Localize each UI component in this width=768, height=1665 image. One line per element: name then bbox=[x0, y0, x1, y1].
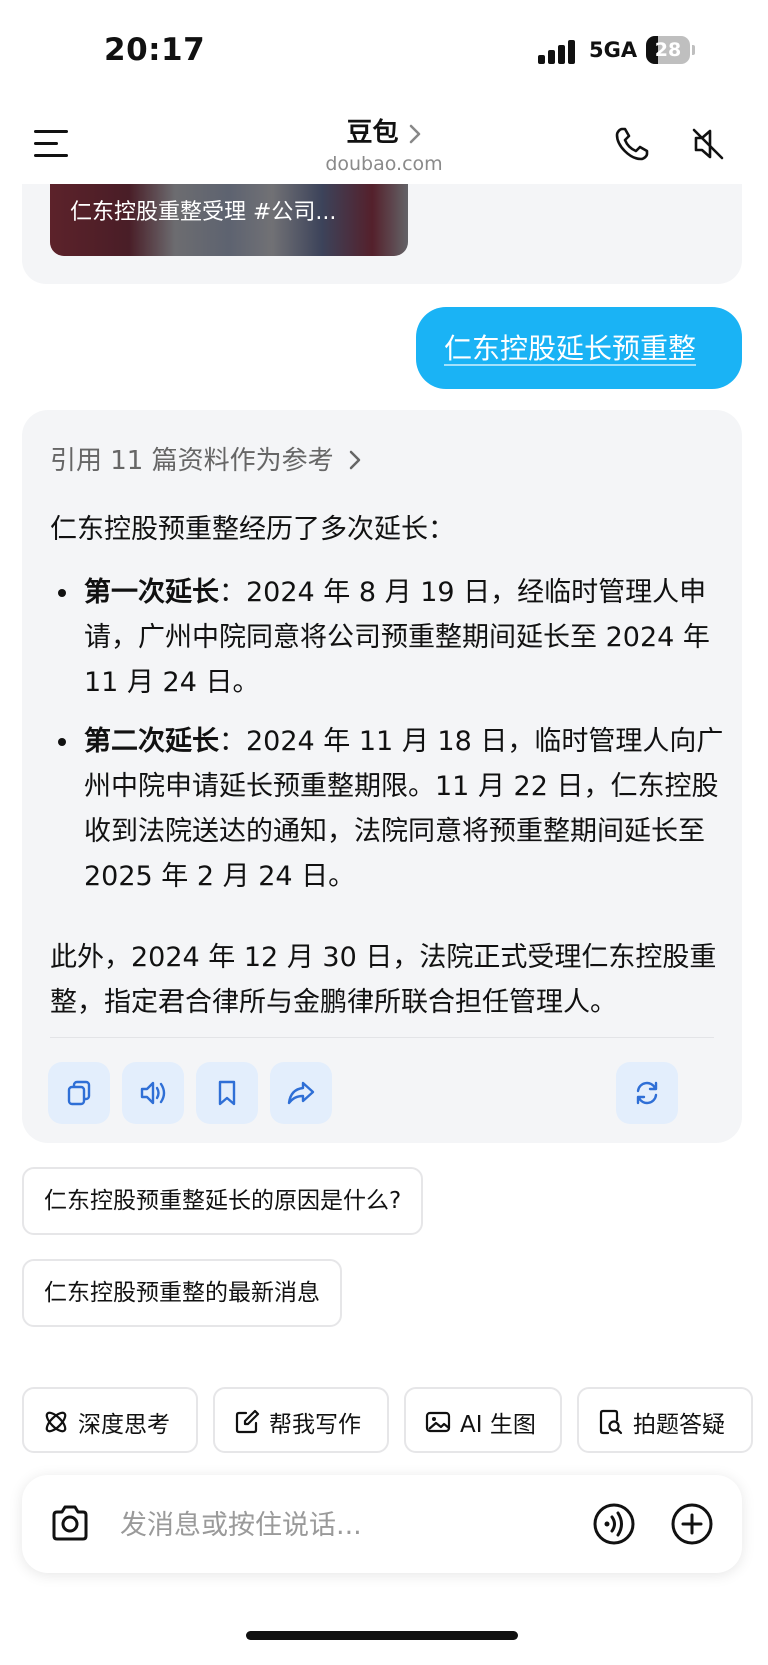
ai-reply-card: 引用 11 篇资料作为参考 仁东控股预重整经历了多次延长： 第一次延长：2024… bbox=[22, 410, 742, 1143]
references-label: 引用 11 篇资料作为参考 bbox=[50, 446, 334, 476]
user-message-bubble[interactable]: 仁东控股延长预重整 bbox=[416, 307, 742, 389]
tool-label: 深度思考 bbox=[78, 1412, 170, 1438]
user-message-text[interactable]: 仁东控股延长预重整 bbox=[444, 327, 696, 367]
message-composer bbox=[22, 1475, 742, 1573]
copy-icon bbox=[67, 1080, 91, 1106]
tool-deep-think[interactable]: 深度思考 bbox=[22, 1387, 198, 1453]
tool-label: AI 生图 bbox=[460, 1412, 536, 1438]
share-button[interactable] bbox=[270, 1062, 332, 1124]
suggestion-chip[interactable]: 仁东控股预重整延长的原因是什么? bbox=[22, 1167, 424, 1235]
app-url: doubao.com bbox=[325, 153, 443, 175]
bullet-title: 第一次延长 bbox=[84, 577, 219, 608]
tool-photo-solve[interactable]: 拍题答疑 bbox=[577, 1387, 753, 1453]
bookmark-icon bbox=[218, 1080, 236, 1106]
app-title[interactable]: 豆包 bbox=[346, 118, 398, 148]
tool-label: 拍题答疑 bbox=[633, 1412, 725, 1438]
chat-header: 豆包 doubao.com bbox=[0, 100, 768, 184]
bullet-title: 第二次延长 bbox=[84, 726, 219, 757]
signal-icon bbox=[538, 38, 578, 64]
divider bbox=[50, 1037, 714, 1038]
pen-icon bbox=[235, 1409, 260, 1434]
home-indicator bbox=[246, 1631, 518, 1640]
voice-icon[interactable] bbox=[592, 1502, 636, 1546]
tool-label: 帮我写作 bbox=[269, 1412, 361, 1438]
atom-icon bbox=[45, 1411, 67, 1433]
reply-outro: 此外，2024 年 12 月 30 日，法院正式受理仁东控股重整，指定君合律所与… bbox=[50, 942, 717, 1018]
plus-icon[interactable] bbox=[670, 1502, 714, 1546]
network-label: 5GA bbox=[589, 38, 638, 62]
list-item: 第一次延长：2024 年 8 月 19 日，经临时管理人申请，广州中院同意将公司… bbox=[50, 570, 730, 705]
read-aloud-button[interactable] bbox=[122, 1062, 184, 1124]
battery-level: 28 bbox=[654, 39, 682, 61]
tool-write[interactable]: 帮我写作 bbox=[213, 1387, 389, 1453]
speaker-icon bbox=[140, 1081, 166, 1105]
status-bar: 20:17 5GA 28 bbox=[0, 0, 768, 100]
regenerate-button[interactable] bbox=[616, 1062, 678, 1124]
list-item: 第二次延长：2024 年 11 月 18 日，临时管理人向广州中院申请延长预重整… bbox=[50, 719, 730, 899]
image-icon bbox=[425, 1411, 451, 1433]
bookmark-button[interactable] bbox=[196, 1062, 258, 1124]
speaker-mute-icon[interactable] bbox=[688, 124, 728, 164]
share-icon bbox=[287, 1081, 315, 1105]
status-time: 20:17 bbox=[104, 32, 206, 68]
chevron-right-icon bbox=[409, 124, 420, 143]
phone-icon[interactable] bbox=[612, 124, 652, 164]
message-input[interactable] bbox=[118, 1497, 482, 1553]
battery-icon: 28 bbox=[646, 36, 695, 64]
search-doc-icon bbox=[599, 1409, 623, 1435]
chevron-right-icon bbox=[349, 450, 361, 469]
copy-button[interactable] bbox=[48, 1062, 110, 1124]
reply-bullet-list: 第一次延长：2024 年 8 月 19 日，经临时管理人申请，广州中院同意将公司… bbox=[50, 570, 730, 899]
camera-icon[interactable] bbox=[48, 1503, 92, 1545]
regenerate-icon bbox=[636, 1081, 658, 1105]
tool-ai-image[interactable]: AI 生图 bbox=[404, 1387, 562, 1453]
thumbnail-caption: 仁东控股重整受理 #公司... bbox=[70, 200, 337, 225]
references-link[interactable]: 引用 11 篇资料作为参考 bbox=[50, 440, 362, 477]
reply-intro: 仁东控股预重整经历了多次延长： bbox=[50, 514, 455, 545]
title-area[interactable]: 豆包 doubao.com bbox=[0, 112, 768, 175]
suggestion-chip[interactable]: 仁东控股预重整的最新消息 bbox=[22, 1259, 342, 1327]
